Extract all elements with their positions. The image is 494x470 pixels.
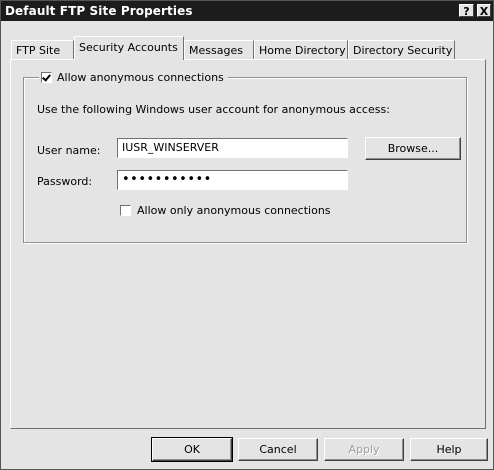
title-bar: Default FTP Site Properties ? X (1, 1, 493, 21)
tab-label: Home Directory (259, 44, 346, 57)
password-label: Password: (37, 175, 93, 188)
username-label: User name: (37, 144, 101, 157)
only-anonymous-label: Allow only anonymous connections (137, 204, 331, 217)
browse-button[interactable]: Browse... (365, 137, 461, 160)
tab-ftp-site[interactable]: FTP Site (11, 40, 74, 59)
ok-button[interactable]: OK (151, 437, 233, 462)
tab-label: Directory Security (353, 44, 453, 57)
anonymous-description: Use the following Windows user account f… (37, 103, 390, 116)
tab-label: Messages (189, 44, 243, 57)
tab-security-accounts[interactable]: Security Accounts (74, 36, 184, 60)
cancel-button-label: Cancel (259, 443, 297, 456)
tab-home-directory[interactable]: Home Directory (254, 40, 348, 59)
help-button-label: Help (436, 443, 462, 456)
only-anonymous-check-icon[interactable] (120, 205, 131, 216)
username-input[interactable]: IUSR_WINSERVER (117, 138, 348, 158)
tab-directory-security[interactable]: Directory Security (348, 40, 455, 59)
apply-button[interactable]: Apply (324, 438, 404, 461)
tab-label: FTP Site (16, 44, 61, 57)
help-button[interactable]: Help (410, 438, 488, 461)
password-input[interactable]: ••••••••••• (117, 170, 348, 190)
tab-label: Security Accounts (79, 41, 178, 54)
allow-anonymous-label: Allow anonymous connections (57, 70, 224, 84)
close-icon[interactable]: X (477, 4, 491, 18)
allow-anonymous-checkbox[interactable]: Allow anonymous connections (39, 70, 228, 84)
cancel-button[interactable]: Cancel (238, 438, 318, 461)
window-title: Default FTP Site Properties (5, 4, 193, 18)
tab-messages[interactable]: Messages (184, 40, 254, 59)
allow-anonymous-check-icon[interactable] (41, 71, 52, 83)
browse-button-label: Browse... (387, 142, 439, 155)
ok-button-label: OK (184, 443, 200, 456)
only-anonymous-checkbox[interactable]: Allow only anonymous connections (120, 204, 331, 217)
anonymous-group-box (23, 77, 467, 243)
help-icon[interactable]: ? (459, 4, 474, 18)
apply-button-label: Apply (348, 443, 380, 456)
properties-dialog: Default FTP Site Properties ? X FTP Site… (0, 0, 494, 470)
